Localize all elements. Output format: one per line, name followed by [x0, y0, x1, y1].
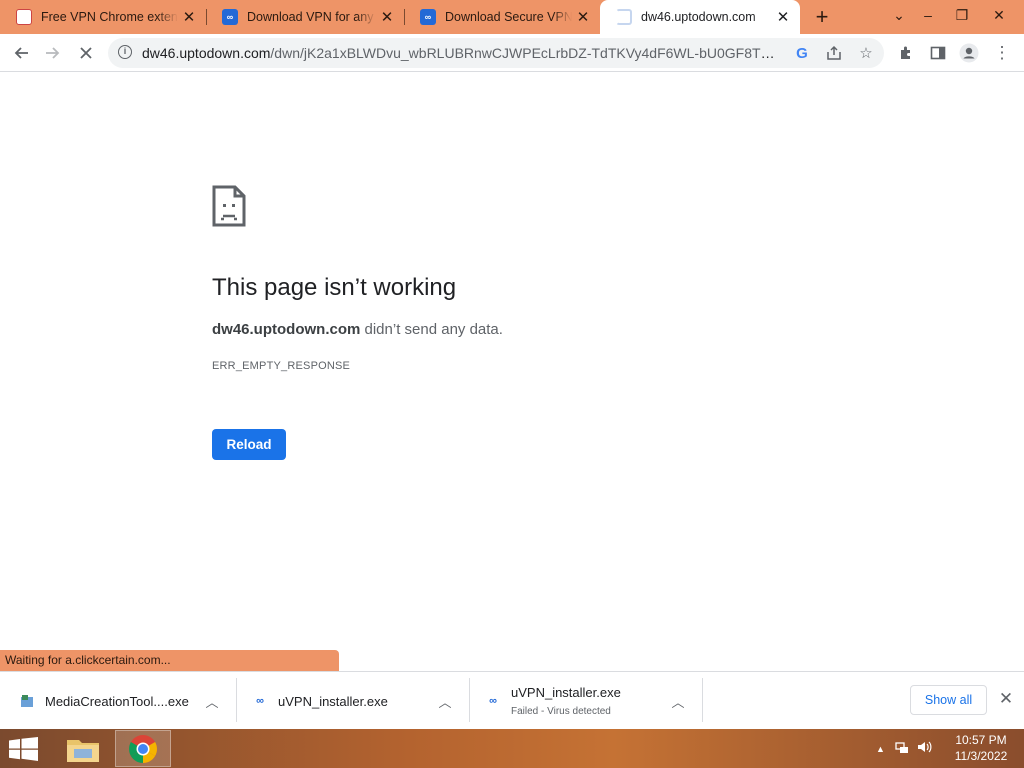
error-title: This page isn’t working [212, 274, 457, 301]
chrome-taskbar-icon[interactable] [115, 730, 171, 767]
puzzle-glyph [901, 46, 910, 59]
download-filename: uVPN_installer.exe [278, 693, 388, 709]
minimize-icon[interactable]: – [912, 0, 944, 30]
uvpn-file-icon: ∞ [489, 695, 497, 707]
sad-page-icon [212, 185, 246, 232]
error-host: dw46.uptodown.com [212, 321, 361, 338]
reload-button[interactable]: Reload [212, 429, 286, 460]
close-icon[interactable]: ✕ [772, 8, 794, 26]
download-item-mediacreationtool[interactable]: MediaCreationTool....exe ︿ [19, 678, 233, 724]
download-status: Failed - Virus detected [511, 706, 611, 717]
download-shelf: MediaCreationTool....exe ︿ ∞ uVPN_instal… [0, 671, 1024, 730]
chevron-up-icon[interactable]: ︿ [437, 692, 453, 711]
download-item-uvpn-1[interactable]: ∞ uVPN_installer.exe ︿ [252, 678, 466, 724]
tab-free-vpn-extension[interactable]: Free VPN Chrome extension ✕ [0, 0, 206, 34]
bookmark-star-icon[interactable]: ☆ [856, 43, 876, 63]
tab-search-chevron-icon[interactable]: ⌄ [883, 0, 915, 30]
url-host: dw46.uptodown.com [142, 45, 271, 61]
url-path: /dwn/jK2a1xBLWDvu_wbRLUBRnwCJWPEcLrbDZ-T… [270, 45, 782, 61]
installer-file-icon [19, 693, 35, 709]
google-lens-icon[interactable]: G [792, 43, 812, 63]
show-hidden-icons-chevron-icon[interactable]: ▲ [876, 744, 885, 754]
taskbar-clock[interactable]: 10:57 PM 11/3/2022 [946, 732, 1016, 764]
back-button[interactable] [8, 40, 34, 66]
clock-date: 11/3/2022 [954, 749, 1008, 763]
tab-download-secure-vpn[interactable]: ∞ Download Secure VPN For Free ✕ [404, 0, 600, 34]
kebab-menu-icon[interactable]: ⋮ [989, 40, 1015, 66]
volume-icon[interactable] [917, 740, 933, 757]
clock-time: 10:57 PM [955, 733, 1007, 747]
error-desc-suffix: didn’t send any data. [360, 321, 503, 338]
download-filename: MediaCreationTool....exe [45, 693, 189, 709]
chevron-up-icon[interactable]: ︿ [670, 692, 686, 711]
share-glyph [827, 45, 841, 60]
extensions-puzzle-icon[interactable] [893, 40, 919, 66]
url-text[interactable]: dw46.uptodown.com/dwn/jK2a1xBLWDvu_wbRLU… [142, 38, 782, 68]
share-icon[interactable] [824, 43, 844, 63]
windows-start-icon[interactable] [9, 737, 38, 761]
browser-toolbar: i dw46.uptodown.com/dwn/jK2a1xBLWDvu_wbR… [0, 34, 1024, 72]
forward-arrow-icon [46, 47, 60, 59]
tab-strip: Free VPN Chrome extension ✕ ∞ Download V… [0, 0, 1024, 34]
new-tab-button[interactable]: + [811, 4, 833, 30]
avatar-glyph [959, 43, 979, 63]
close-icon[interactable]: ✕ [178, 8, 200, 26]
tab-title: dw46.uptodown.com [641, 10, 756, 24]
error-code: ERR_EMPTY_RESPONSE [212, 360, 351, 372]
close-icon[interactable]: ✕ [572, 8, 594, 26]
tab-title: Free VPN Chrome extension [41, 10, 178, 24]
close-icon[interactable]: ✕ [376, 8, 398, 26]
shelf-divider [236, 678, 237, 722]
stop-icon [80, 47, 92, 59]
error-description: dw46.uptodown.com didn’t send any data. [212, 321, 503, 338]
shelf-divider [469, 678, 470, 722]
loading-spinner-icon [616, 9, 632, 25]
tab-title: Download Secure VPN For Free [445, 10, 572, 24]
tray-area: ▲ [876, 729, 933, 768]
shelf-divider [702, 678, 703, 722]
calendar-favicon-icon [16, 9, 32, 25]
status-bubble: Waiting for a.clickcertain.com... [0, 650, 339, 671]
tab-uptodown-active[interactable]: dw46.uptodown.com ✕ [600, 0, 800, 34]
show-all-button[interactable]: Show all [910, 685, 987, 715]
uvpn-favicon-icon: ∞ [420, 9, 436, 25]
download-filename: uVPN_installer.exe [511, 685, 621, 700]
address-bar[interactable]: i dw46.uptodown.com/dwn/jK2a1xBLWDvu_wbR… [108, 38, 884, 68]
uvpn-file-icon: ∞ [256, 695, 264, 707]
close-shelf-icon[interactable]: ✕ [996, 688, 1016, 710]
windows-taskbar: ▲ 10:57 PM 11/3/2022 [0, 729, 1024, 768]
chevron-up-icon[interactable]: ︿ [204, 692, 220, 711]
forward-button[interactable] [40, 40, 66, 66]
tab-title: Download VPN for any device [247, 10, 376, 24]
network-icon[interactable] [895, 740, 909, 757]
profile-avatar-icon[interactable] [956, 40, 982, 66]
file-explorer-icon[interactable] [55, 730, 111, 767]
uvpn-favicon-icon: ∞ [222, 9, 238, 25]
restore-icon[interactable]: ❐ [946, 0, 978, 30]
back-arrow-icon [14, 47, 28, 59]
download-item-uvpn-2-failed[interactable]: ∞ uVPN_installer.exe Failed - Virus dete… [485, 678, 699, 724]
tab-download-vpn[interactable]: ∞ Download VPN for any device ✕ [206, 0, 404, 34]
stop-loading-button[interactable] [73, 40, 99, 66]
side-panel-icon[interactable] [925, 40, 951, 66]
side-panel-glyph [930, 46, 946, 60]
site-info-icon[interactable]: i [118, 45, 132, 59]
window-close-icon[interactable]: ✕ [983, 0, 1015, 30]
